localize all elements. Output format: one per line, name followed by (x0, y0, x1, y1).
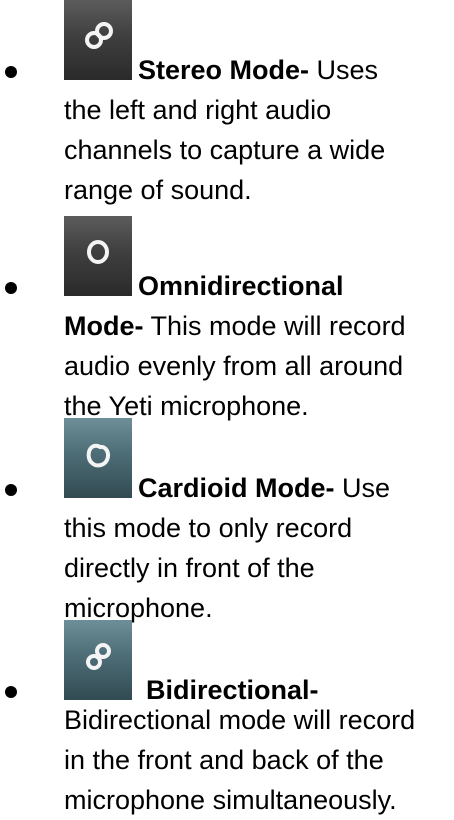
item-line: audio evenly from all around (64, 351, 404, 381)
item-description: this mode to only record directly in fro… (64, 508, 454, 628)
cardioid-mode-icon (64, 418, 132, 498)
list-item-cardioid: Cardioid Mode- Use this mode to only rec… (0, 418, 454, 623)
item-line: Mode- This mode will record (64, 306, 454, 346)
item-lead: Cardioid Mode- Use (138, 468, 390, 508)
item-title: Omnidirectional (138, 271, 344, 301)
polar-pattern-list: Stereo Mode- Uses the left and right aud… (0, 0, 454, 815)
item-lead: Stereo Mode- Uses (138, 50, 378, 90)
item-line: directly in front of the (64, 553, 315, 583)
stereo-mode-icon (64, 0, 132, 80)
list-item-stereo: Stereo Mode- Uses the left and right aud… (0, 0, 454, 210)
item-title-continued: Mode- (64, 311, 144, 341)
item-description: Bidirectional mode will record in the fr… (64, 700, 454, 820)
omnidirectional-mode-icon (64, 216, 132, 296)
item-line: the left and right audio (64, 95, 332, 125)
item-title: Cardioid Mode- (138, 473, 335, 503)
item-line: in the front and back of the (64, 745, 384, 775)
item-description: the left and right audio channels to cap… (64, 90, 454, 210)
item-line: Bidirectional mode will record (64, 705, 416, 735)
bullet (5, 282, 17, 294)
list-item-omnidirectional: Omnidirectional Mode- This mode will rec… (0, 216, 454, 421)
item-line: channels to capture a wide (64, 135, 386, 165)
bullet (5, 66, 17, 78)
bidirectional-mode-icon (64, 620, 132, 700)
bullet (5, 484, 17, 496)
item-title: Stereo Mode- (138, 55, 310, 85)
item-line: range of sound. (64, 175, 252, 205)
item-line: microphone simultaneously. (64, 785, 397, 815)
item-description: Mode- This mode will record audio evenly… (64, 306, 454, 426)
bullet (5, 686, 17, 698)
item-lead: Omnidirectional (138, 266, 344, 306)
item-text: This mode will record (143, 311, 406, 341)
item-text: Use (334, 473, 391, 503)
list-item-bidirectional: Bidirectional- Bidirectional mode will r… (0, 620, 454, 815)
item-text: Uses (309, 55, 379, 85)
item-line: this mode to only record (64, 513, 353, 543)
